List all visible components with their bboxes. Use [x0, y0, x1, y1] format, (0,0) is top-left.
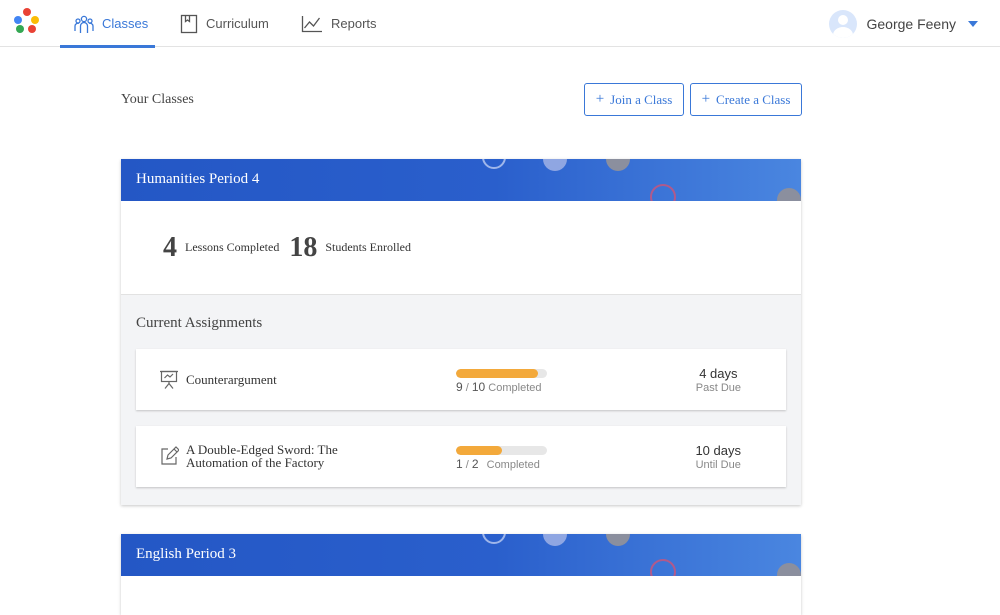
line-chart-icon	[301, 15, 322, 32]
class-card-header[interactable]: English Period 3	[121, 534, 801, 576]
class-stats: 4 Lessons Completed 18 Students Enrolled	[121, 201, 801, 294]
create-class-label: Create a Class	[716, 91, 791, 107]
completed-label: Completed	[486, 459, 540, 471]
progress-text: 1 / 2 Completed	[456, 457, 540, 471]
create-class-button[interactable]: + Create a Class	[690, 83, 802, 116]
assignments-title: Current Assignments	[136, 315, 263, 331]
join-class-button[interactable]: + Join a Class	[584, 83, 684, 116]
current-assignments: Current Assignments Counterargument 9 / …	[121, 294, 801, 505]
tab-curriculum[interactable]: Curriculum	[180, 0, 269, 47]
class-card: English Period 3	[121, 534, 801, 615]
page-title: Your Classes	[121, 92, 194, 107]
assignment-name-line2: Automation of the Factory	[186, 455, 325, 470]
list-item[interactable]: A Double-Edged Sword: The Automation of …	[136, 426, 786, 487]
due-value: 4 days	[699, 366, 738, 381]
assignment-name-line1: Counterargument	[186, 372, 277, 387]
assignment-name: Counterargument	[186, 373, 277, 386]
completed-count: 1	[456, 457, 463, 471]
completed-count: 9	[456, 380, 463, 394]
plus-icon: +	[701, 91, 711, 107]
tab-reports-label: Reports	[331, 16, 377, 31]
students-enrolled-count: 18	[289, 231, 318, 263]
user-name: George Feeny	[866, 15, 957, 32]
due-label: Past Due	[695, 382, 741, 394]
progress-bar	[456, 369, 547, 378]
join-class-label: Join a Class	[610, 91, 673, 107]
app-logo-icon[interactable]	[14, 8, 40, 34]
lessons-completed-label: Lessons Completed	[185, 240, 280, 254]
people-icon	[74, 15, 94, 33]
book-icon	[180, 14, 198, 33]
assignment-name: A Double-Edged Sword: The Automation of …	[186, 443, 338, 469]
avatar	[828, 9, 857, 38]
progress-bar-fill	[456, 446, 502, 455]
progress-text: 9 / 10 Completed	[456, 380, 542, 394]
tab-curriculum-label: Curriculum	[206, 16, 269, 31]
total-count: 2	[471, 457, 479, 471]
top-navigation: Classes Curriculum Reports George Feeny	[0, 0, 1000, 48]
caret-down-icon	[968, 20, 978, 27]
progress-bar-fill	[456, 369, 538, 378]
class-name: Humanities Period 4	[136, 171, 260, 187]
tab-reports[interactable]: Reports	[301, 0, 377, 47]
class-card-header[interactable]: Humanities Period 4	[121, 159, 801, 201]
presentation-icon	[160, 370, 178, 389]
completed-label: Completed	[488, 382, 542, 394]
due-info: 10 days Until Due	[695, 443, 741, 471]
due-info: 4 days Past Due	[696, 366, 741, 394]
tab-classes-label: Classes	[102, 16, 149, 31]
tab-classes[interactable]: Classes	[60, 0, 155, 48]
due-label: Until Due	[695, 459, 741, 471]
class-card: Humanities Period 4 4 Lessons Completed …	[121, 159, 801, 505]
progress-bar	[456, 446, 547, 455]
class-name: English Period 3	[136, 546, 236, 562]
edit-icon	[161, 446, 179, 465]
total-count: 10	[471, 380, 486, 394]
plus-icon: +	[595, 91, 605, 107]
students-enrolled-label: Students Enrolled	[325, 240, 411, 254]
due-value: 10 days	[695, 443, 741, 458]
list-item[interactable]: Counterargument 9 / 10 Completed 4 days …	[136, 349, 786, 410]
lessons-completed-count: 4	[163, 231, 177, 263]
user-menu[interactable]: George Feeny	[828, 0, 978, 47]
